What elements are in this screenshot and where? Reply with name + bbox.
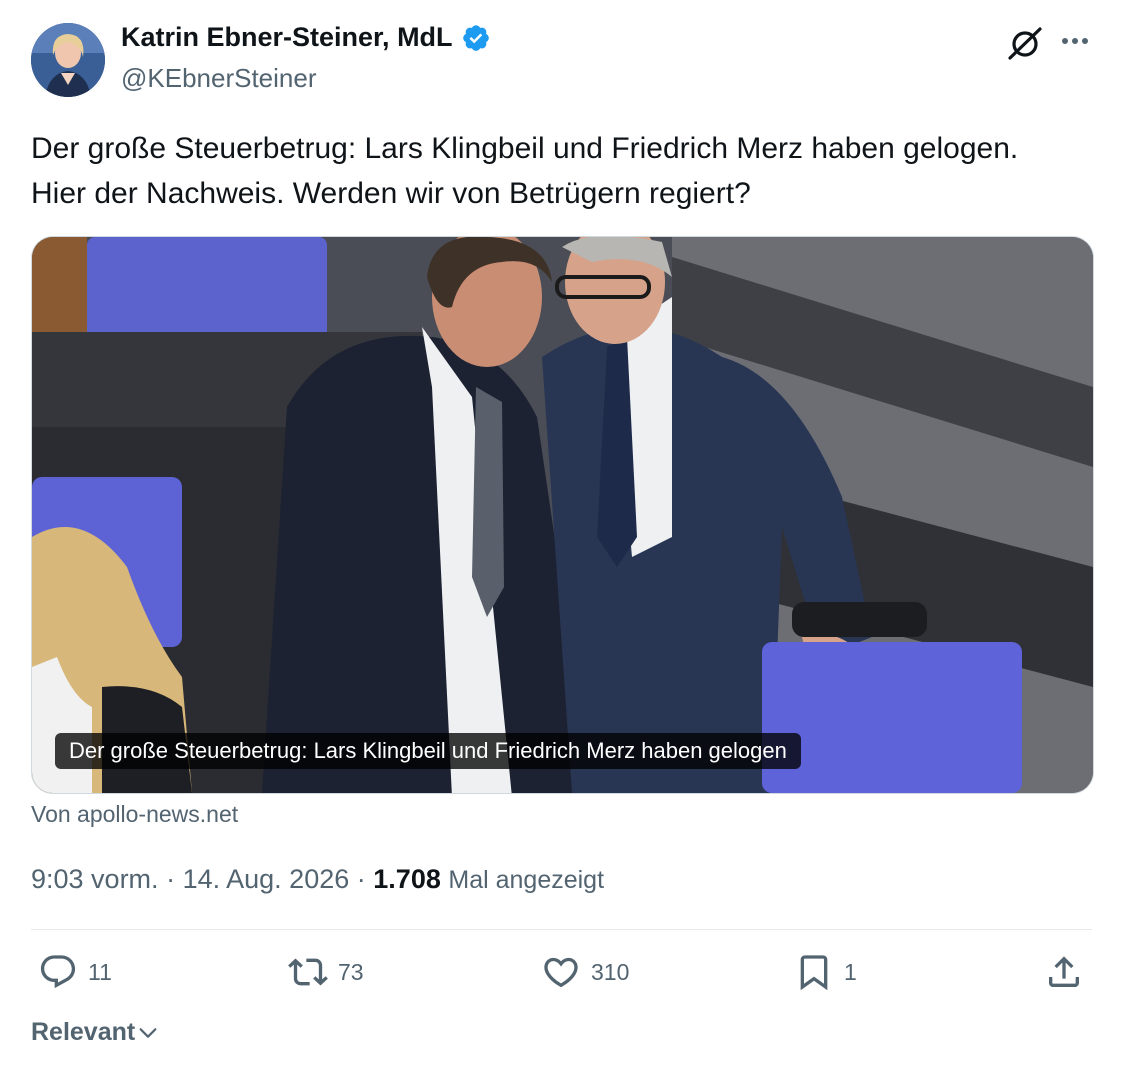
author-name-text[interactable]: Katrin Ebner-Steiner, MdL	[121, 22, 453, 53]
chevron-down-icon	[139, 1027, 157, 1038]
sort-label: Relevant	[31, 1018, 136, 1046]
verified-badge-icon	[462, 24, 489, 51]
tweet-date[interactable]: 14. Aug. 2026	[183, 864, 350, 894]
author-name[interactable]: Katrin Ebner-Steiner, MdL	[121, 22, 491, 53]
reply-button[interactable]: 11	[38, 952, 112, 992]
tweet-text: Der große Steuerbetrug: Lars Klingbeil u…	[31, 126, 1101, 216]
bookmark-count: 1	[844, 958, 857, 985]
more-icon[interactable]	[1058, 26, 1092, 56]
tweet-meta: 9:03 vorm. · 14. Aug. 2026 · 1.708 Mal a…	[31, 864, 604, 895]
repost-button[interactable]: 73	[288, 952, 364, 992]
tweet-text-line-1: Der große Steuerbetrug: Lars Klingbeil u…	[31, 132, 1019, 165]
reply-icon	[40, 955, 76, 989]
views-label: Mal angezeigt	[448, 866, 605, 894]
like-count: 310	[591, 958, 630, 985]
bookmark-icon	[800, 955, 828, 991]
bookmark-button[interactable]: 1	[794, 952, 857, 992]
like-button[interactable]: 310	[541, 952, 629, 992]
tweet-time[interactable]: 9:03 vorm.	[31, 864, 159, 894]
link-preview-card[interactable]: Der große Steuerbetrug: Lars Klingbeil u…	[31, 236, 1094, 794]
meta-separator: ·	[166, 864, 176, 894]
meta-separator: ·	[356, 864, 366, 894]
grok-icon[interactable]	[1006, 24, 1044, 62]
avatar[interactable]	[31, 23, 105, 97]
preview-image	[32, 237, 1093, 793]
divider	[31, 929, 1092, 930]
author-handle[interactable]: @KEbnerSteiner	[121, 63, 317, 94]
like-icon	[544, 957, 578, 988]
repost-icon	[288, 958, 328, 986]
share-icon	[1049, 956, 1079, 987]
card-source[interactable]: Von apollo-news.net	[31, 801, 238, 828]
reply-count: 11	[88, 958, 112, 985]
repost-count: 73	[338, 958, 364, 985]
card-caption: Der große Steuerbetrug: Lars Klingbeil u…	[55, 733, 801, 769]
sort-dropdown[interactable]: Relevant	[31, 1018, 159, 1047]
share-button[interactable]	[1044, 952, 1084, 992]
tweet-text-line-2: Hier der Nachweis. Werden wir von Betrüg…	[31, 177, 751, 210]
views-count: 1.708	[373, 864, 441, 894]
